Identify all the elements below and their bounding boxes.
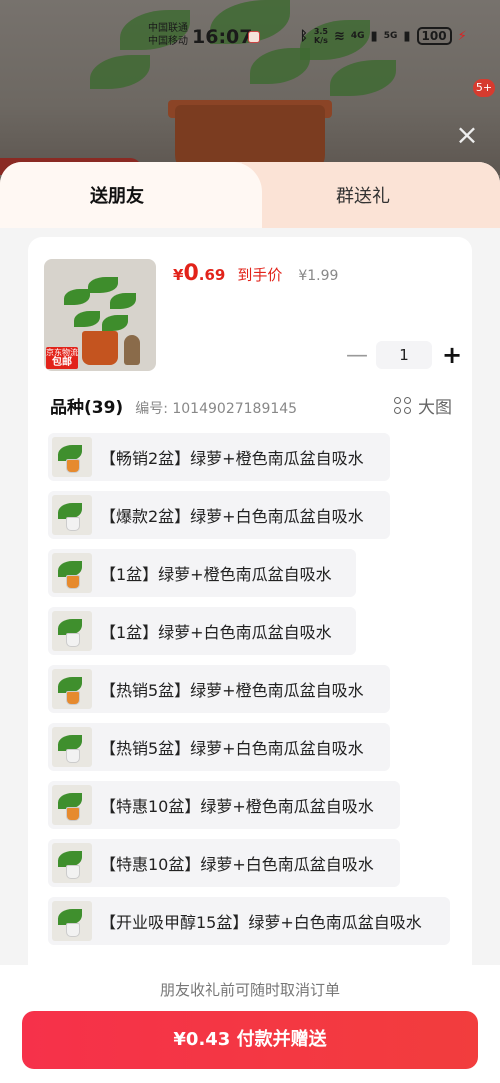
decrease-button[interactable]: — — [346, 343, 368, 368]
quantity-input[interactable]: 1 — [376, 341, 432, 369]
app-notification-icon — [248, 31, 260, 43]
variety-header: 品种(39) 编号: 10149027189145 大图 — [50, 393, 452, 418]
variety-option-label: 【1盆】绿萝+橙色南瓜盆自吸水 — [100, 565, 332, 584]
product-image-tag: 京东物流 包邮 — [46, 347, 78, 369]
status-bar: 中国联通 中国移动 16:07 ᛒ 3.5 K/s ≋ 4G ▮ 5G ▮ 100… — [0, 0, 500, 70]
variety-option-image — [52, 611, 92, 651]
close-icon[interactable]: × — [454, 121, 480, 149]
variety-option-image — [52, 901, 92, 941]
variety-option[interactable]: 【热销5盆】绿萝+橙色南瓜盆自吸水 — [48, 665, 390, 713]
grid-icon — [394, 396, 412, 415]
network-speed: 3.5 K/s — [313, 27, 328, 45]
variety-option[interactable]: 【特惠10盆】绿萝+橙色南瓜盆自吸水 — [48, 781, 400, 829]
footer: 朋友收礼前可随时取消订单 ¥0.43 付款并赠送 — [0, 965, 500, 1083]
carrier-1: 中国联通 — [148, 23, 188, 34]
bluetooth-icon: ᛒ — [300, 28, 308, 44]
variety-option-label: 【热销5盆】绿萝+白色南瓜盆自吸水 — [100, 739, 364, 758]
notification-badge: 5+ — [473, 79, 495, 97]
variety-option[interactable]: 【爆款2盆】绿萝+白色南瓜盆自吸水 — [48, 491, 390, 539]
gift-sheet: 群送礼 送朋友 京东物流 包邮 ¥ 0 .69 到手价 ¥1.99 — 1 + … — [0, 162, 500, 1083]
network-5g: 5G — [383, 31, 398, 41]
variety-option-image — [52, 553, 92, 593]
pay-and-gift-button[interactable]: ¥0.43 付款并赠送 — [22, 1011, 478, 1069]
variety-option-label: 【特惠10盆】绿萝+橙色南瓜盆自吸水 — [100, 797, 374, 816]
variety-option[interactable]: 【特惠10盆】绿萝+白色南瓜盆自吸水 — [48, 839, 400, 887]
variety-option-image — [52, 727, 92, 767]
variety-title: 品种(39) — [50, 398, 124, 418]
network-4g: 4G — [350, 31, 365, 41]
tab-send-friend[interactable]: 送朋友 — [0, 162, 262, 228]
big-view-button[interactable]: 大图 — [394, 393, 452, 418]
product-image[interactable]: 京东物流 包邮 — [44, 259, 156, 371]
carrier-2: 中国移动 — [148, 36, 188, 47]
big-view-label: 大图 — [418, 398, 452, 418]
tab-group-gift[interactable]: 群送礼 — [242, 162, 500, 228]
variety-option-label: 【开业吸甲醇15盆】绿萝+白色南瓜盆自吸水 — [100, 913, 422, 932]
variety-option[interactable]: 【畅销2盆】绿萝+橙色南瓜盆自吸水 — [48, 433, 390, 481]
wifi-icon: ≋ — [333, 28, 345, 44]
product-card: 京东物流 包邮 ¥ 0 .69 到手价 ¥1.99 — 1 + 品种(39) 编… — [28, 237, 472, 997]
variety-option-image — [52, 495, 92, 535]
variety-option[interactable]: 【开业吸甲醇15盆】绿萝+白色南瓜盆自吸水 — [48, 897, 450, 945]
price-decimal: .69 — [198, 266, 226, 284]
variety-option-image — [52, 437, 92, 477]
variety-option-image — [52, 785, 92, 825]
sku-number: 编号: 10149027189145 — [135, 401, 298, 417]
signal-icon: ▮ — [370, 28, 378, 44]
variety-option[interactable]: 【热销5盆】绿萝+白色南瓜盆自吸水 — [48, 723, 390, 771]
variety-option-label: 【1盆】绿萝+白色南瓜盆自吸水 — [100, 623, 332, 642]
increase-button[interactable]: + — [442, 341, 462, 369]
price-currency: ¥ — [173, 266, 184, 284]
price-note: 到手价 — [237, 266, 283, 284]
quantity-stepper: — 1 + — [346, 341, 462, 369]
charging-icon: ⚡ — [457, 28, 467, 44]
price-integer: 0 — [183, 261, 199, 286]
variety-option[interactable]: 【1盆】绿萝+橙色南瓜盆自吸水 — [48, 549, 356, 597]
original-price: ¥1.99 — [298, 268, 339, 284]
variety-option-image — [52, 669, 92, 709]
battery-icon: 100 — [416, 27, 452, 45]
carrier-info: 中国联通 中国移动 — [148, 22, 188, 48]
variety-option[interactable]: 【1盆】绿萝+白色南瓜盆自吸水 — [48, 607, 356, 655]
variety-option-label: 【特惠10盆】绿萝+白色南瓜盆自吸水 — [100, 855, 374, 874]
image-tag-line2: 包邮 — [52, 357, 72, 368]
price-row: ¥ 0 .69 到手价 ¥1.99 — [173, 261, 338, 286]
tab-send-friend-label: 送朋友 — [90, 186, 144, 207]
variety-option-image — [52, 843, 92, 883]
variety-option-label: 【畅销2盆】绿萝+橙色南瓜盆自吸水 — [100, 449, 364, 468]
gift-tabs: 群送礼 送朋友 — [0, 162, 500, 228]
cancel-note: 朋友收礼前可随时取消订单 — [159, 981, 340, 999]
variety-option-label: 【热销5盆】绿萝+橙色南瓜盆自吸水 — [100, 681, 364, 700]
signal-icon-2: ▮ — [403, 28, 411, 44]
status-icons: ᛒ 3.5 K/s ≋ 4G ▮ 5G ▮ 100 ⚡ — [300, 27, 467, 45]
tab-group-gift-label: 群送礼 — [336, 186, 390, 207]
variety-option-label: 【爆款2盆】绿萝+白色南瓜盆自吸水 — [100, 507, 364, 526]
status-time: 16:07 — [192, 26, 253, 48]
